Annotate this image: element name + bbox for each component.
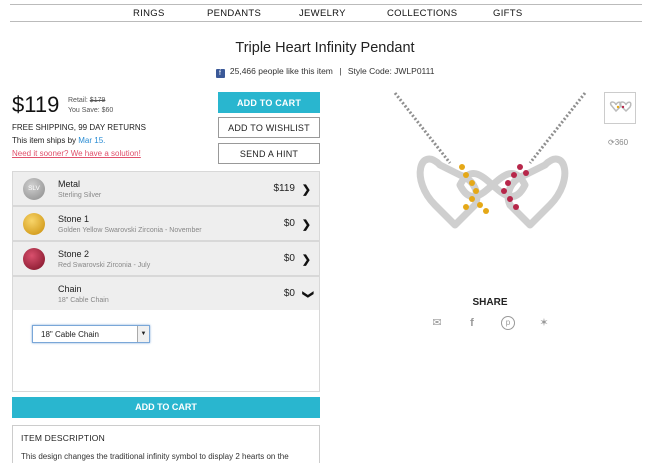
style-code: Style Code: JWLP0111 [347, 66, 435, 76]
thumbnail-image [609, 101, 632, 113]
you-save: You Save: $60 [68, 107, 114, 114]
facebook-icon[interactable]: f [465, 316, 479, 330]
stone-1-swatch [23, 213, 45, 235]
view-360-label: 360 [614, 138, 629, 147]
view-360-icon[interactable]: ⟳360 [608, 138, 628, 147]
mail-icon[interactable]: ✉ [430, 316, 444, 330]
nav-rings[interactable]: RINGS [133, 8, 165, 19]
retail-label: Retail: [68, 97, 88, 104]
shipping-info: FREE SHIPPING, 99 DAY RETURNS [12, 123, 146, 132]
likes-count: 25,466 people like this item [229, 66, 333, 76]
option-stone-2[interactable]: Stone 2 Red Swarovski Zirconia - July $0… [12, 241, 320, 276]
option-name: Metal [58, 179, 81, 189]
dropdown-arrow-icon[interactable]: ▼ [137, 326, 149, 342]
product-image[interactable] [380, 85, 605, 265]
option-name: Stone 1 [58, 214, 90, 224]
top-nav: RINGS PENDANTS JEWELRY COLLECTIONS GIFTS [10, 4, 642, 22]
need-it-sooner-link[interactable]: Need it sooner? We have a solution! [12, 149, 141, 158]
nav-pendants[interactable]: PENDANTS [207, 8, 261, 19]
product-subline: f 25,466 people like this item | Style C… [0, 66, 650, 78]
nav-jewelry[interactable]: JEWELRY [299, 8, 346, 19]
price: $119 [12, 92, 60, 117]
option-value: Golden Yellow Swarovski Zirconia - Novem… [58, 227, 202, 234]
separator: | [339, 66, 342, 76]
chain-options-panel [12, 310, 320, 392]
option-name: Chain [58, 284, 82, 294]
chevron-right-icon: ❯ [301, 184, 311, 196]
option-price: $0 [283, 288, 295, 299]
nav-collections[interactable]: COLLECTIONS [387, 8, 457, 19]
option-chain[interactable]: Chain 18" Cable Chain $0 ❯ [12, 276, 320, 311]
retail-price: $179 [89, 97, 106, 104]
option-value: 18" Cable Chain [58, 297, 109, 304]
option-name: Stone 2 [58, 249, 90, 259]
option-metal[interactable]: SLV Metal Sterling Silver $119 ❯ [12, 171, 320, 206]
retail-info: Retail: $179 You Save: $60 [68, 96, 113, 116]
metal-swatch: SLV [23, 178, 45, 200]
chain-select-value: 18" Cable Chain [41, 330, 99, 339]
option-stone-1[interactable]: Stone 1 Golden Yellow Swarovski Zirconia… [12, 206, 320, 241]
ship-date: Mar 15. [78, 136, 106, 145]
add-to-cart-bottom-button[interactable]: ADD TO CART [12, 397, 320, 418]
pinterest-icon[interactable]: p [501, 316, 515, 330]
option-value: Red Swarovski Zirconia - July [58, 262, 151, 269]
share-label: SHARE [472, 297, 508, 308]
product-thumbnail[interactable] [604, 92, 636, 124]
ship-date-prefix: This item ships by [12, 136, 77, 145]
item-description: ITEM DESCRIPTION This design changes the… [12, 425, 320, 463]
chain-select[interactable]: 18" Cable Chain ▼ [32, 325, 150, 343]
twitter-icon[interactable]: ✶ [537, 316, 551, 330]
description-text: This design changes the traditional infi… [21, 452, 289, 461]
chevron-down-icon: ❯ [301, 289, 314, 300]
option-price: $119 [273, 183, 295, 194]
option-price: $0 [283, 218, 295, 229]
stone-2-swatch [23, 248, 45, 270]
facebook-like-icon[interactable]: f [215, 69, 225, 78]
product-title: Triple Heart Infinity Pendant [235, 40, 415, 56]
chevron-right-icon: ❯ [301, 254, 311, 266]
option-value: Sterling Silver [58, 192, 102, 199]
send-hint-button[interactable]: SEND A HINT [218, 143, 320, 164]
ship-date-line: This item ships by Mar 15. [12, 136, 105, 145]
option-price: $0 [283, 253, 295, 264]
add-to-wishlist-button[interactable]: ADD TO WISHLIST [218, 117, 320, 138]
nav-gifts[interactable]: GIFTS [493, 8, 522, 19]
add-to-cart-button[interactable]: ADD TO CART [218, 92, 320, 113]
chevron-right-icon: ❯ [301, 219, 311, 231]
description-heading: ITEM DESCRIPTION [21, 433, 105, 443]
